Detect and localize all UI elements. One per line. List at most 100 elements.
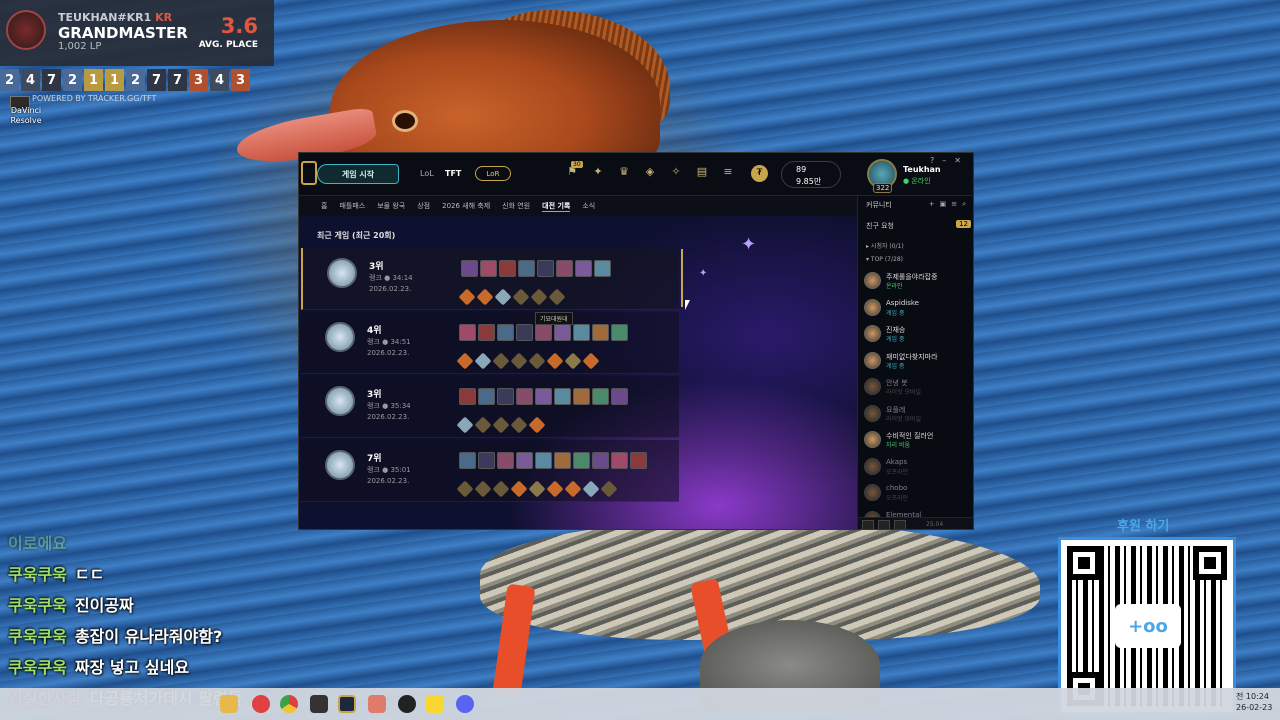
friend-item[interactable]: 안녕 봇 라이엇 모바일 [864,376,973,402]
match-row[interactable]: 7위 랭크 ● 35:01 2026.02.23. [301,440,679,502]
trait-icon[interactable] [512,288,530,306]
champion-icon[interactable] [592,324,609,341]
trait-icon[interactable] [530,288,548,306]
champion-icon[interactable] [478,388,495,405]
trait-icon[interactable] [476,288,494,306]
match-row[interactable]: 3위 랭크 ● 35:34 2026.02.23. [301,376,679,438]
voice-icon[interactable] [894,519,906,529]
trait-icon[interactable] [582,352,600,370]
tab-lor[interactable]: LoR [475,166,511,181]
champion-icon[interactable] [461,260,478,277]
trophy-icon[interactable]: ♛ [617,165,631,181]
friend-item[interactable]: 진재승 게임 중 [864,323,973,349]
trait-icon[interactable] [492,480,510,498]
trait-icon[interactable] [546,480,564,498]
currency-display[interactable]: 89 9.85만 [781,161,841,188]
friend-item[interactable]: 재미없다찾지마라 게임 중 [864,350,973,376]
kakaotalk-icon[interactable] [426,695,444,713]
champion-icon[interactable] [554,452,571,469]
champion-icon[interactable] [592,388,609,405]
champion-icon[interactable] [611,324,628,341]
league-icon[interactable] [338,695,356,713]
store-coin-icon[interactable]: ₮ [751,165,768,182]
friend-item[interactable]: 수비적인 질러언 자리 비움 [864,429,973,455]
champion-icon[interactable] [518,260,535,277]
trait-icon[interactable] [564,352,582,370]
champion-icon[interactable] [611,452,628,469]
subnav-item[interactable]: 홈 [321,201,327,211]
trait-icon[interactable] [494,288,512,306]
friend-item[interactable]: Akaps 오프라인 [864,456,973,482]
champion-icon[interactable] [499,260,516,277]
trait-icon[interactable] [458,288,476,306]
settings-icon[interactable]: ≡ [721,165,735,181]
champion-icon[interactable] [516,324,533,341]
trait-icon[interactable] [474,352,492,370]
champion-icon[interactable] [497,324,514,341]
mission-icon[interactable] [878,519,890,529]
champion-icon[interactable] [573,388,590,405]
champion-icon[interactable] [459,452,476,469]
champion-icon[interactable] [478,324,495,341]
trait-icon[interactable] [492,416,510,434]
trait-icon[interactable] [456,480,474,498]
taskbar-clock[interactable]: 전 10:24 26-02-23 [1236,691,1272,713]
champion-icon[interactable] [459,388,476,405]
friend-item[interactable]: 주제롤을야라잡중 온라인 [864,270,973,296]
trait-icon[interactable] [510,480,528,498]
champion-icon[interactable] [556,260,573,277]
champion-icon[interactable] [480,260,497,277]
friend-item[interactable]: chobo 오프라인 [864,482,973,508]
ticket-icon[interactable]: ⚑ 30 [565,161,583,181]
subnav-item[interactable]: 2026 새해 축제 [442,201,490,211]
trait-icon[interactable] [456,352,474,370]
friend-item[interactable]: 요플레 라이엇 모바일 [864,403,973,429]
vivaldi-icon[interactable] [252,695,270,713]
subnav-item[interactable]: 대전 기록 [542,201,571,212]
champion-icon[interactable] [497,388,514,405]
trait-icon[interactable] [492,352,510,370]
tab-tft[interactable]: TFT [445,169,461,178]
missions-icon[interactable]: ✧ [669,165,683,181]
champion-icon[interactable] [459,324,476,341]
trait-icon[interactable] [528,352,546,370]
subnav-item[interactable]: 상점 [417,201,430,211]
loot-icon[interactable]: ◈ [643,165,657,181]
profile-status[interactable]: ● 온라인 [903,176,931,186]
friend-item[interactable]: Aspidiske 게임 중 [864,297,973,323]
match-row[interactable]: 3위 랭크 ● 34:14 2026.02.23. [301,248,679,310]
champion-icon[interactable] [535,324,552,341]
trait-icon[interactable] [582,480,600,498]
social-toolbar-icons[interactable]: +▣≡⌕ [929,200,971,209]
match-row[interactable]: 4위 랭크 ● 34:51 2026.02.23. [301,312,679,374]
champion-icon[interactable] [611,388,628,405]
subnav-item[interactable]: 소식 [582,201,595,211]
trait-icon[interactable] [510,352,528,370]
champion-icon[interactable] [573,324,590,341]
group-viewers[interactable]: ▸ 시청자 (0/1) [866,241,904,250]
friend-requests[interactable]: 친구 요청 [866,221,894,231]
champion-icon[interactable] [594,260,611,277]
trait-icon[interactable] [456,416,474,434]
champion-icon[interactable] [573,452,590,469]
subnav-item[interactable]: 신화 연원 [502,201,530,211]
group-top[interactable]: ▾ TOP (7/28) [866,256,903,263]
play-button[interactable]: 게임 시작 [317,164,399,184]
explorer-icon[interactable] [220,695,238,713]
champion-icon[interactable] [497,452,514,469]
collection-icon[interactable]: ▤ [695,165,709,181]
champion-icon[interactable] [554,324,571,341]
league-logo-icon[interactable] [301,161,317,185]
champion-icon[interactable] [554,388,571,405]
trait-icon[interactable] [528,416,546,434]
obs-icon[interactable] [398,695,416,713]
trait-icon[interactable] [564,480,582,498]
champion-icon[interactable] [575,260,592,277]
discord-icon[interactable] [456,695,474,713]
trait-icon[interactable] [528,480,546,498]
champion-icon[interactable] [592,452,609,469]
app-icon[interactable] [310,695,328,713]
trait-icon[interactable] [600,480,618,498]
trait-icon[interactable] [548,288,566,306]
chrome-icon[interactable] [280,695,298,713]
